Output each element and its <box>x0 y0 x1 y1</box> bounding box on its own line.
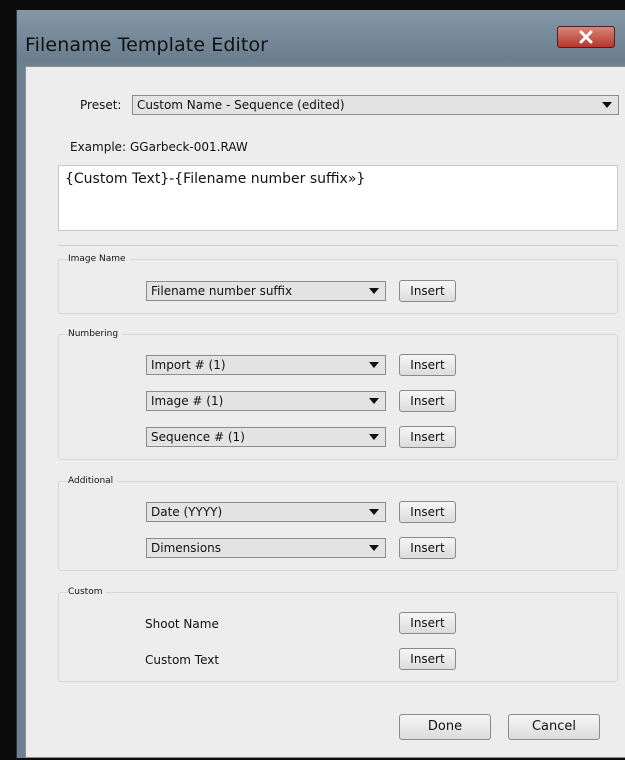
custom-group-title: Custom <box>68 587 107 597</box>
title-bar[interactable]: Filename Template Editor <box>17 10 625 62</box>
done-button[interactable]: Done <box>399 714 491 740</box>
chevron-down-icon <box>369 362 379 368</box>
additional-group-title: Additional <box>68 476 118 486</box>
sequence-number-select[interactable]: Sequence # (1) <box>146 427 386 447</box>
custom-text-label: Custom Text <box>145 653 220 667</box>
image-name-select-value: Filename number suffix <box>151 284 293 298</box>
import-number-select-value: Import # (1) <box>151 358 226 372</box>
insert-dimensions-button[interactable]: Insert <box>399 537 456 559</box>
import-number-select[interactable]: Import # (1) <box>146 355 386 375</box>
date-select-value: Date (YYYY) <box>151 505 223 519</box>
chevron-down-icon <box>369 434 379 440</box>
preset-select[interactable]: Custom Name - Sequence (edited) <box>132 95 619 115</box>
dimensions-select-value: Dimensions <box>151 541 222 555</box>
dialog-window: Filename Template Editor Preset: Custom … <box>16 10 625 758</box>
chevron-down-icon <box>602 102 612 108</box>
image-number-select-value: Image # (1) <box>151 394 224 408</box>
custom-group <box>58 592 618 682</box>
dimensions-select[interactable]: Dimensions <box>146 538 386 558</box>
window-title: Filename Template Editor <box>25 34 269 56</box>
insert-import-number-button[interactable]: Insert <box>399 354 456 376</box>
divider <box>58 245 618 246</box>
insert-custom-text-button[interactable]: Insert <box>399 648 456 670</box>
cancel-button[interactable]: Cancel <box>508 714 600 740</box>
example-label: Example: <box>70 140 127 154</box>
insert-image-number-button[interactable]: Insert <box>399 390 456 412</box>
chevron-down-icon <box>369 509 379 515</box>
insert-shoot-name-button[interactable]: Insert <box>399 612 456 634</box>
shoot-name-label: Shoot Name <box>145 617 219 631</box>
date-select[interactable]: Date (YYYY) <box>146 502 386 522</box>
close-icon <box>579 30 593 44</box>
insert-image-name-button[interactable]: Insert <box>399 280 456 302</box>
dialog-content: Preset: Custom Name - Sequence (edited) … <box>25 66 625 758</box>
chevron-down-icon <box>369 545 379 551</box>
insert-sequence-number-button[interactable]: Insert <box>399 426 456 448</box>
preset-label: Preset: <box>80 98 122 112</box>
insert-date-button[interactable]: Insert <box>399 501 456 523</box>
chevron-down-icon <box>369 398 379 404</box>
chevron-down-icon <box>369 288 379 294</box>
example-value: GGarbeck-001.RAW <box>130 140 248 154</box>
preset-select-value: Custom Name - Sequence (edited) <box>137 98 345 112</box>
sequence-number-select-value: Sequence # (1) <box>151 430 245 444</box>
close-button[interactable] <box>557 26 615 48</box>
template-text-field[interactable]: {Custom Text}-{Filename number suffix»} <box>58 165 618 231</box>
numbering-group-title: Numbering <box>68 329 123 339</box>
image-number-select[interactable]: Image # (1) <box>146 391 386 411</box>
image-name-group-title: Image Name <box>68 254 130 264</box>
image-name-select[interactable]: Filename number suffix <box>146 281 386 301</box>
